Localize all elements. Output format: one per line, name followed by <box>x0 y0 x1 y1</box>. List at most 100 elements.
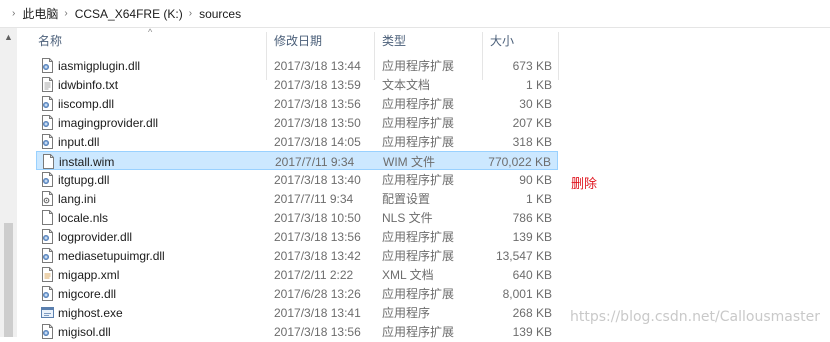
file-type: 应用程序扩展 <box>382 173 455 187</box>
dll-icon <box>40 229 55 244</box>
file-row[interactable]: locale.nls 2017/3/18 10:50 NLS 文件 786 KB <box>36 208 558 227</box>
file-type: 配置设置 <box>382 192 431 206</box>
column-header-row: ^ 名称 修改日期 类型 大小 <box>30 27 830 80</box>
file-modified-date: 2017/7/11 9:34 <box>275 154 355 169</box>
file-size: 139 KB <box>512 229 552 244</box>
text-file-icon <box>40 77 55 92</box>
file-name: migapp.xml <box>58 267 120 282</box>
file-type: WIM 文件 <box>383 155 435 169</box>
dll-icon <box>40 286 55 301</box>
file-size: 770,022 KB <box>488 154 551 169</box>
column-header-date[interactable]: 修改日期 <box>266 28 374 53</box>
file-modified-date: 2017/7/11 9:34 <box>274 191 354 206</box>
xml-file-icon <box>40 267 55 282</box>
file-name: itgtupg.dll <box>58 172 110 187</box>
file-name: locale.nls <box>58 210 109 225</box>
file-row[interactable]: logprovider.dll 2017/3/18 13:56 应用程序扩展 139 … <box>36 227 558 246</box>
dll-icon <box>40 134 55 149</box>
file-type: 应用程序 <box>382 306 431 320</box>
file-row[interactable]: mighost.exe 2017/3/18 13:41 应用程序 268 KB <box>36 303 558 322</box>
file-modified-date: 2017/3/18 13:42 <box>274 248 361 263</box>
exe-icon <box>40 305 55 320</box>
chevron-right-icon[interactable]: › <box>64 8 67 19</box>
file-size: 268 KB <box>512 305 552 320</box>
file-size: 139 KB <box>512 324 552 339</box>
file-modified-date: 2017/2/11 2:22 <box>274 267 354 282</box>
breadcrumb-item-drive[interactable]: CCSA_X64FRE (K:) <box>75 7 183 21</box>
file-type: 应用程序扩展 <box>382 230 455 244</box>
file-type: 应用程序扩展 <box>382 325 455 339</box>
file-type: 应用程序扩展 <box>382 135 455 149</box>
scroll-up-arrow-icon[interactable]: ▲ <box>0 28 17 45</box>
column-header-name[interactable]: 名称 <box>30 28 266 53</box>
file-type: XML 文档 <box>382 268 434 282</box>
file-name: iasmigplugin.dll <box>58 58 141 73</box>
file-size: 1 KB <box>525 77 552 92</box>
dll-icon <box>40 115 55 130</box>
file-type: 文本文档 <box>382 78 431 92</box>
file-name: mediasetupuimgr.dll <box>58 248 165 263</box>
breadcrumb-item-folder[interactable]: sources <box>199 7 241 21</box>
column-header-type[interactable]: 类型 <box>374 28 482 53</box>
file-name: install.wim <box>59 154 115 169</box>
file-size: 207 KB <box>512 115 552 130</box>
annotation-label: 删除 <box>571 176 598 191</box>
file-row[interactable]: migcore.dll 2017/6/28 13:26 应用程序扩展 8,001 KB <box>36 284 558 303</box>
settings-file-icon <box>40 191 55 206</box>
file-type: 应用程序扩展 <box>382 59 455 73</box>
file-size: 30 KB <box>519 96 552 111</box>
file-size: 640 KB <box>512 267 552 282</box>
file-size: 8,001 KB <box>502 286 552 301</box>
file-modified-date: 2017/3/18 13:40 <box>274 172 361 187</box>
file-row[interactable]: itgtupg.dll 2017/3/18 13:40 应用程序扩展 90 KB <box>36 170 558 189</box>
breadcrumb-item-this-pc[interactable]: 此电脑 <box>22 5 58 22</box>
file-size: 1 KB <box>525 191 552 206</box>
blank-file-icon <box>41 154 56 169</box>
chevron-right-icon[interactable]: › <box>12 8 15 19</box>
chevron-right-icon[interactable]: › <box>189 8 192 19</box>
file-modified-date: 2017/3/18 13:44 <box>274 58 361 73</box>
dll-icon <box>40 58 55 73</box>
file-name: imagingprovider.dll <box>58 115 159 130</box>
blank-file-icon <box>40 210 55 225</box>
file-name: input.dll <box>58 134 100 149</box>
file-row[interactable]: idwbinfo.txt 2017/3/18 13:59 文本文档 1 KB <box>36 75 558 94</box>
file-modified-date: 2017/3/18 10:50 <box>274 210 361 225</box>
file-modified-date: 2017/6/28 13:26 <box>274 286 361 301</box>
file-type: 应用程序扩展 <box>382 97 455 111</box>
watermark: https://blog.csdn.net/Callousmaster <box>570 309 820 325</box>
file-modified-date: 2017/3/18 13:56 <box>274 324 361 339</box>
dll-icon <box>40 172 55 187</box>
file-modified-date: 2017/3/18 14:05 <box>274 134 361 149</box>
file-row[interactable]: iiscomp.dll 2017/3/18 13:56 应用程序扩展 30 KB <box>36 94 558 113</box>
file-row[interactable]: lang.ini 2017/7/11 9:34 配置设置 1 KB <box>36 189 558 208</box>
file-size: 90 KB <box>519 172 552 187</box>
file-row[interactable]: install.wim 2017/7/11 9:34 WIM 文件 770,022 K… <box>36 151 558 170</box>
file-name: logprovider.dll <box>58 229 133 244</box>
file-type: NLS 文件 <box>382 211 433 225</box>
breadcrumb: › 此电脑 › CCSA_X64FRE (K:) › sources <box>0 0 830 28</box>
file-row[interactable]: iasmigplugin.dll 2017/3/18 13:44 应用程序扩展 673… <box>36 56 558 75</box>
file-name: migisol.dll <box>58 324 111 339</box>
file-type: 应用程序扩展 <box>382 116 455 130</box>
file-modified-date: 2017/3/18 13:50 <box>274 115 361 130</box>
file-name: lang.ini <box>58 191 97 206</box>
scroll-thumb[interactable] <box>4 223 13 337</box>
column-header-size[interactable]: 大小 <box>482 28 558 53</box>
file-row[interactable]: input.dll 2017/3/18 14:05 应用程序扩展 318 KB <box>36 132 558 151</box>
file-modified-date: 2017/3/18 13:41 <box>274 305 361 320</box>
dll-icon <box>40 96 55 111</box>
file-size: 786 KB <box>512 210 552 225</box>
file-row[interactable]: migapp.xml 2017/2/11 2:22 XML 文档 640 KB <box>36 265 558 284</box>
file-name: iiscomp.dll <box>58 96 115 111</box>
file-name: idwbinfo.txt <box>58 77 119 92</box>
file-row[interactable]: mediasetupuimgr.dll 2017/3/18 13:42 应用程序扩展… <box>36 246 558 265</box>
file-modified-date: 2017/3/18 13:56 <box>274 96 361 111</box>
file-size: 318 KB <box>512 134 552 149</box>
file-name: migcore.dll <box>58 286 117 301</box>
file-row[interactable]: imagingprovider.dll 2017/3/18 13:50 应用程序扩展… <box>36 113 558 132</box>
file-type: 应用程序扩展 <box>382 287 455 301</box>
file-row[interactable]: migisol.dll 2017/3/18 13:56 应用程序扩展 139 KB <box>36 322 558 341</box>
column-divider[interactable] <box>558 32 559 80</box>
vertical-scrollbar[interactable]: ▲ <box>0 28 17 337</box>
